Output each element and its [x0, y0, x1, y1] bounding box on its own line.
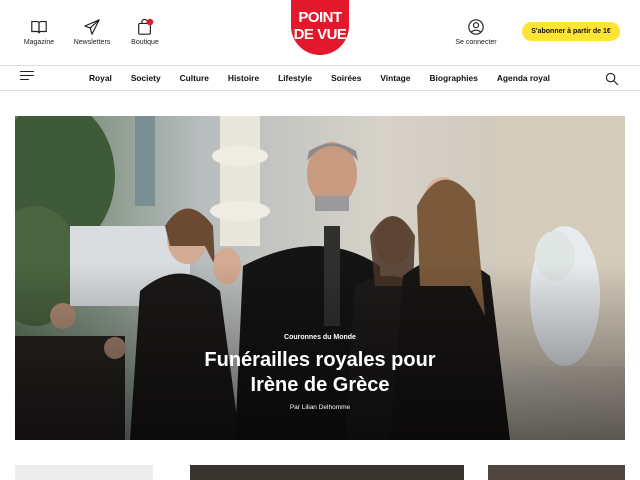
paper-plane-icon: [84, 19, 100, 35]
magazine-label: Magazine: [23, 39, 55, 46]
nav-item-royal[interactable]: Royal: [89, 73, 112, 83]
nav-item-histoire[interactable]: Histoire: [228, 73, 259, 83]
nav-item-biographies[interactable]: Biographies: [429, 73, 477, 83]
newsletters-link[interactable]: Newsletters: [62, 18, 122, 46]
nav-item-culture[interactable]: Culture: [180, 73, 209, 83]
hero-author: Par Lilian Delhomme: [289, 404, 351, 411]
logo-line-2: DE VUE: [294, 26, 347, 43]
shopping-bag-icon: [138, 18, 154, 35]
point-de-vue-logo[interactable]: POINT DE VUE: [287, 0, 353, 56]
subscribe-label: S'abonner à partir de 1€: [531, 28, 611, 35]
top-header: Magazine Newsletters Boutique POINT DE V…: [0, 0, 640, 64]
book-icon: [31, 21, 47, 34]
hamburger-menu-icon[interactable]: [20, 71, 34, 81]
hero-title-line-2: Irène de Grèce: [250, 374, 390, 396]
nav-item-lifestyle[interactable]: Lifestyle: [278, 73, 312, 83]
nav-item-vintage[interactable]: Vintage: [380, 73, 410, 83]
hero-kicker[interactable]: Couronnes du Monde: [15, 334, 625, 341]
logo-line-1: POINT: [298, 9, 342, 26]
nav-item-soirees[interactable]: Soirées: [331, 73, 361, 83]
login-label: Se connecter: [455, 39, 497, 46]
subscribe-button[interactable]: S'abonner à partir de 1€: [522, 22, 620, 41]
user-icon: [468, 19, 484, 35]
hero-title-line-1: Funérailles royales pour: [204, 349, 436, 371]
article-card-1[interactable]: [15, 465, 153, 480]
article-card-2[interactable]: [190, 465, 464, 480]
nav-item-society[interactable]: Society: [131, 73, 161, 83]
main-nav: Royal Society Culture Histoire Lifestyle…: [0, 65, 640, 91]
hero-article[interactable]: Couronnes du Monde Funérailles royales p…: [15, 116, 625, 440]
magazine-link[interactable]: Magazine: [9, 18, 69, 46]
newsletters-label: Newsletters: [73, 39, 111, 46]
nav-item-agenda-royal[interactable]: Agenda royal: [497, 73, 550, 83]
hero-title[interactable]: Funérailles royales pour Irène de Grèce: [15, 348, 625, 398]
login-link[interactable]: Se connecter: [446, 18, 506, 46]
article-card-3[interactable]: [488, 465, 625, 480]
nav-links: Royal Society Culture Histoire Lifestyle…: [80, 66, 550, 90]
search-icon[interactable]: [605, 72, 619, 86]
boutique-link[interactable]: Boutique: [115, 18, 175, 46]
boutique-label: Boutique: [131, 39, 159, 46]
